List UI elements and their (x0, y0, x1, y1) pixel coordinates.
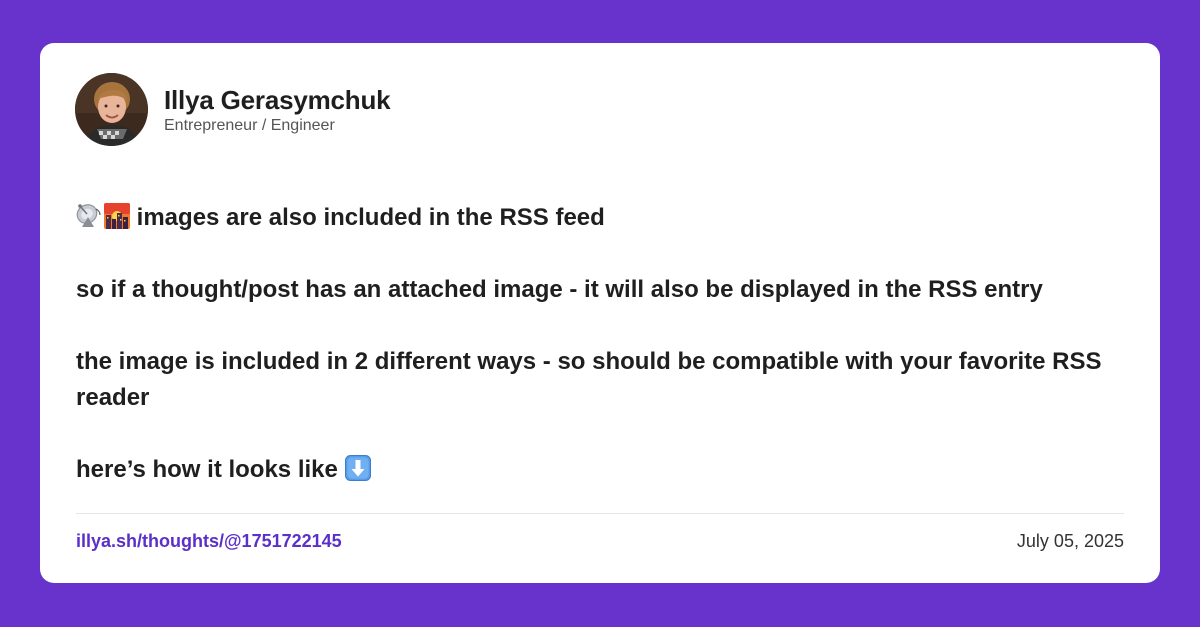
city-sunset-icon (104, 203, 130, 229)
author-name[interactable]: Illya Gerasymchuk (164, 84, 391, 116)
avatar[interactable] (75, 73, 148, 146)
post-paragraph: so if a thought/post has an attached ima… (76, 272, 1126, 308)
footer-divider (76, 513, 1124, 514)
post-text: so if a thought/post has an attached ima… (76, 276, 1043, 303)
down-arrow-icon (344, 455, 371, 481)
author-header: Illya Gerasymchuk Entrepreneur / Enginee… (75, 73, 391, 146)
post-text: here’s how it looks like (76, 456, 338, 483)
post-paragraph: the image is included in 2 different way… (76, 344, 1126, 416)
post-content: images are also included in the RSS feed… (76, 200, 1126, 488)
post-card: Illya Gerasymchuk Entrepreneur / Enginee… (40, 43, 1160, 583)
post-text: images are also included in the RSS feed (136, 204, 605, 231)
post-paragraph: here’s how it looks like (76, 452, 1126, 488)
author-role: Entrepreneur / Engineer (164, 116, 335, 134)
post-date: July 05, 2025 (1016, 531, 1124, 551)
post-paragraph: images are also included in the RSS feed (76, 200, 1126, 236)
satellite-antenna-icon (76, 203, 104, 229)
author-info: Illya Gerasymchuk Entrepreneur / Enginee… (164, 84, 391, 136)
post-text: the image is included in 2 different way… (76, 348, 1102, 411)
post-permalink[interactable]: illya.sh/thoughts/@1751722145 (76, 530, 342, 552)
